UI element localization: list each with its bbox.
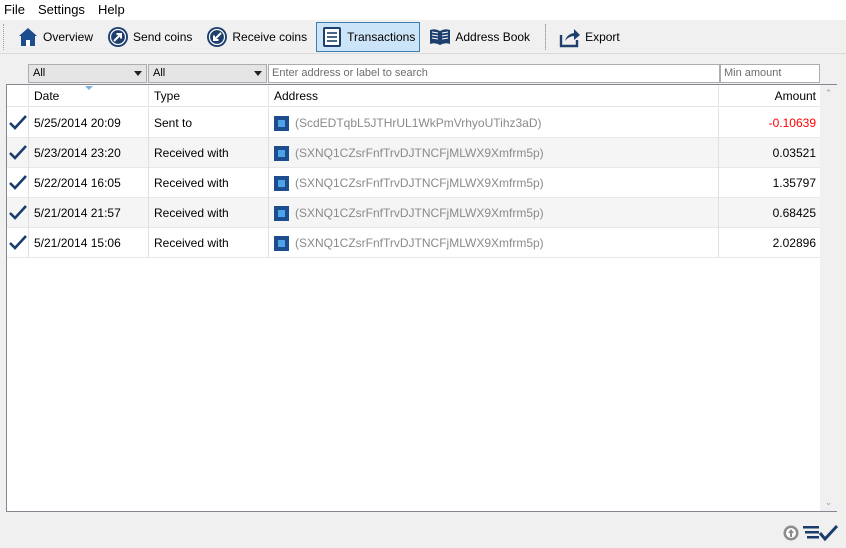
status-cell [7,108,29,138]
receive-address-icon [274,175,289,191]
header-amount-label: Amount [774,89,816,103]
header-date-label: Date [34,89,60,103]
send-icon [108,26,129,47]
table-row[interactable]: 5/22/2014 16:05 Received with (SXNQ1CZsr… [7,168,820,198]
type-cell: Received with [149,138,269,168]
address-book-button[interactable]: Address Book [424,22,535,52]
send-coins-button[interactable]: Send coins [102,22,197,52]
transactions-table[interactable]: Date Type Address Amount 5/25/2014 20:09… [6,84,837,512]
type-cell: Received with [149,228,269,258]
header-date[interactable]: Date [29,85,149,107]
type-filter-select[interactable]: All [148,64,267,83]
overview-button[interactable]: Overview [12,22,98,52]
address-cell: (SXNQ1CZsrFnfTrvDJTNCFjMLWX9Xmfrm5p) [269,198,719,228]
type-filter-value: All [153,67,166,79]
status-bar [760,522,840,544]
export-label: Export [585,29,620,44]
amount-cell: 1.35797 [772,176,816,190]
scroll-down-icon[interactable]: ⌄ [820,494,837,511]
receive-coins-label: Receive coins [232,29,308,44]
header-address-label: Address [274,89,319,103]
confirmed-check-icon [9,175,27,190]
address-text: (SXNQ1CZsrFnfTrvDJTNCFjMLWX9Xmfrm5p) [295,146,544,160]
toolbar-separator [545,23,547,50]
status-cell [7,138,29,168]
sort-indicator-icon [85,86,93,90]
address-search-input[interactable]: Enter address or label to search [268,64,720,83]
table-row[interactable]: 5/25/2014 20:09 Sent to (ScdEDTqbL5JTHrU… [7,108,820,138]
date-cell: 5/21/2014 15:06 [29,228,149,258]
chevron-down-icon [134,71,142,76]
synced-check-icon[interactable] [802,523,840,543]
connections-icon[interactable] [782,524,800,542]
date-cell: 5/21/2014 21:57 [29,198,149,228]
status-cell [7,168,29,198]
date-cell: 5/25/2014 20:09 [29,108,149,138]
table-row[interactable]: 5/21/2014 21:57 Received with (SXNQ1CZsr… [7,198,820,228]
chevron-down-icon [254,71,262,76]
table-header: Date Type Address Amount [7,85,820,107]
address-cell: (ScdEDTqbL5JTHrUL1WkPmVrhyoUTihz3aD) [269,108,719,138]
header-address[interactable]: Address [269,85,719,107]
receive-address-icon [274,145,289,161]
date-cell: 5/23/2014 23:20 [29,138,149,168]
type-cell: Received with [149,168,269,198]
date-cell: 5/22/2014 16:05 [29,168,149,198]
overview-label: Overview [43,29,94,44]
header-type-label: Type [154,89,181,103]
transactions-button[interactable]: Transactions [316,21,421,52]
header-status[interactable] [7,85,29,107]
toolbar: Overview Send coins Receive coins Transa… [0,20,846,54]
address-cell: (SXNQ1CZsrFnfTrvDJTNCFjMLWX9Xmfrm5p) [269,138,719,168]
header-amount[interactable]: Amount [719,85,820,107]
export-icon [559,28,581,47]
min-amount-input[interactable]: Min amount [720,64,820,83]
receive-icon [207,26,228,47]
transactions-label: Transactions [347,29,416,44]
address-text: (ScdEDTqbL5JTHrUL1WkPmVrhyoUTihz3aD) [295,116,542,130]
address-book-label: Address Book [455,29,531,44]
confirmed-check-icon [9,145,27,160]
min-amount-placeholder: Min amount [724,67,782,79]
address-text: (SXNQ1CZsrFnfTrvDJTNCFjMLWX9Xmfrm5p) [295,176,544,190]
home-icon [19,27,37,46]
book-icon [430,28,451,45]
receive-address-icon [274,205,289,221]
confirmed-check-icon [9,235,27,250]
vertical-scrollbar[interactable]: ⌃ ⌄ [820,85,837,511]
status-cell [7,228,29,258]
address-text: (SXNQ1CZsrFnfTrvDJTNCFjMLWX9Xmfrm5p) [295,236,544,250]
send-coins-label: Send coins [133,29,193,44]
export-button[interactable]: Export [554,22,625,52]
address-search-placeholder: Enter address or label to search [272,67,428,79]
amount-cell: 2.02896 [772,236,816,250]
menu-settings[interactable]: Settings [33,0,93,20]
status-cell [7,198,29,228]
confirmed-check-icon [9,205,27,220]
confirmed-check-icon [9,115,27,130]
amount-cell: 0.68425 [772,206,816,220]
amount-cell: 0.03521 [772,146,816,160]
menu-help[interactable]: Help [93,0,133,20]
transactions-icon [323,26,342,47]
menu-file[interactable]: File [0,0,33,20]
receive-address-icon [274,235,289,251]
type-cell: Sent to [149,108,269,138]
send-address-icon [274,115,289,131]
address-cell: (SXNQ1CZsrFnfTrvDJTNCFjMLWX9Xmfrm5p) [269,168,719,198]
toolbar-grip[interactable] [3,23,7,50]
address-text: (SXNQ1CZsrFnfTrvDJTNCFjMLWX9Xmfrm5p) [295,206,544,220]
address-cell: (SXNQ1CZsrFnfTrvDJTNCFjMLWX9Xmfrm5p) [269,228,719,258]
receive-coins-button[interactable]: Receive coins [201,22,312,52]
table-row[interactable]: 5/21/2014 15:06 Received with (SXNQ1CZsr… [7,228,820,258]
date-filter-value: All [33,67,46,79]
table-row[interactable]: 5/23/2014 23:20 Received with (SXNQ1CZsr… [7,138,820,168]
header-type[interactable]: Type [149,85,269,107]
amount-cell: -0.10639 [768,116,816,130]
date-filter-select[interactable]: All [28,64,147,83]
menu-bar: File Settings Help [0,0,846,20]
scroll-up-icon[interactable]: ⌃ [820,85,837,102]
type-cell: Received with [149,198,269,228]
